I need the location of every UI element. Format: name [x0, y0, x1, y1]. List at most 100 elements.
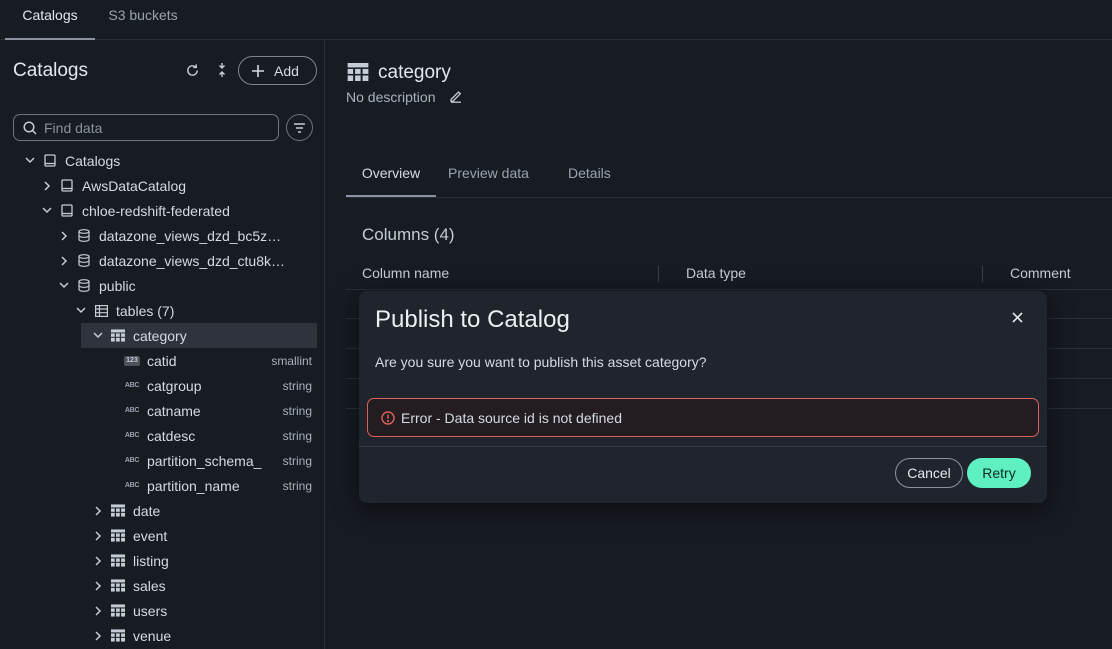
chevron-right-icon[interactable] [91, 579, 105, 593]
sidebar-title: Catalogs [13, 60, 88, 81]
tree-item-database[interactable]: datazone_views_dzd_ctu8k… [5, 248, 325, 273]
filter-button[interactable] [286, 114, 313, 141]
tree-item-label: event [133, 527, 168, 544]
book-icon [60, 179, 74, 193]
column-type: string [282, 378, 312, 393]
tab-overview[interactable]: Overview [346, 152, 436, 197]
tree-item-table-event[interactable]: event [5, 523, 325, 548]
filter-icon [294, 122, 305, 133]
tree-item-chloe-redshift-federated[interactable]: chloe-redshift-federated [5, 198, 325, 223]
column-name: catdesc [147, 427, 196, 444]
tree-item-column[interactable]: ABC partition_name string [5, 473, 325, 498]
retry-button[interactable]: Retry [967, 458, 1031, 488]
column-name: partition_name [147, 477, 240, 494]
tree-item-table-users[interactable]: users [5, 598, 325, 623]
chevron-right-icon[interactable] [40, 179, 54, 193]
sidebar: Catalogs Add Catalogs AwsDataCatalog [5, 40, 325, 649]
catalog-tree: Catalogs AwsDataCatalog chloe-redshift-f… [5, 148, 325, 648]
tree-item-label: tables (7) [116, 302, 175, 319]
chevron-right-icon[interactable] [57, 254, 71, 268]
search-input[interactable] [44, 119, 264, 136]
tree-item-category[interactable]: category [81, 323, 317, 348]
tree-item-column[interactable]: ABC catdesc string [5, 423, 325, 448]
tab-s3-buckets[interactable]: S3 buckets [95, 0, 191, 40]
collapse-all-icon[interactable] [212, 60, 232, 80]
string-type-icon: ABC [124, 382, 140, 389]
tab-preview-data[interactable]: Preview data [448, 152, 529, 197]
chevron-down-icon[interactable] [74, 304, 88, 318]
chevron-down-icon[interactable] [57, 279, 71, 293]
tree-item-label: Catalogs [65, 152, 121, 169]
chevron-right-icon[interactable] [57, 229, 71, 243]
cancel-button[interactable]: Cancel [895, 458, 963, 488]
column-divider [658, 266, 659, 282]
tree-item-table-sales[interactable]: sales [5, 573, 325, 598]
error-icon [381, 410, 395, 425]
top-tabs: Catalogs S3 buckets [0, 0, 1112, 40]
table-icon [111, 604, 125, 618]
table-divider [346, 289, 1112, 290]
column-type: string [282, 478, 312, 493]
table-icon [111, 554, 125, 568]
number-type-icon: 123 [124, 355, 140, 366]
close-icon[interactable] [1007, 307, 1027, 327]
tree-item-table-venue[interactable]: venue [5, 623, 325, 648]
column-type: string [282, 428, 312, 443]
column-header-type[interactable]: Data type [686, 265, 746, 281]
tree-item-label: chloe-redshift-federated [82, 202, 230, 219]
tree-item-column[interactable]: ABC partition_schema_ string [5, 448, 325, 473]
chevron-right-icon[interactable] [91, 604, 105, 618]
tree-item-label: public [99, 277, 136, 294]
column-header-comment[interactable]: Comment [1010, 265, 1071, 281]
tree-item-catalogs[interactable]: Catalogs [5, 148, 325, 173]
tree-item-column[interactable]: ABC catgroup string [5, 373, 325, 398]
tree-item-label: datazone_views_dzd_bc5z… [99, 227, 282, 244]
chevron-right-icon[interactable] [91, 529, 105, 543]
add-button[interactable]: Add [238, 56, 317, 85]
refresh-icon[interactable] [182, 60, 202, 80]
tree-item-public[interactable]: public [5, 273, 325, 298]
table-icon [111, 629, 125, 643]
tree-item-label: venue [133, 627, 172, 644]
string-type-icon: ABC [124, 407, 140, 414]
chevron-down-icon[interactable] [23, 154, 37, 168]
dialog-message: Are you sure you want to publish this as… [375, 354, 707, 370]
column-header-name[interactable]: Column name [362, 265, 449, 281]
tab-details[interactable]: Details [568, 152, 611, 197]
description-text: No description [346, 89, 436, 105]
tree-item-label: datazone_views_dzd_ctu8k… [99, 252, 286, 269]
page-title: category [378, 62, 451, 83]
tree-item-tables[interactable]: tables (7) [5, 298, 325, 323]
book-icon [43, 154, 57, 168]
column-type: smallint [271, 353, 312, 368]
tree-item-column[interactable]: 123 catid smallint [5, 348, 325, 373]
string-type-icon: ABC [124, 457, 140, 464]
string-type-icon: ABC [124, 482, 140, 489]
tree-item-table-listing[interactable]: listing [5, 548, 325, 573]
dialog-divider [359, 446, 1047, 447]
columns-heading: Columns (4) [362, 225, 455, 244]
tree-item-database[interactable]: datazone_views_dzd_bc5z… [5, 223, 325, 248]
tab-catalogs[interactable]: Catalogs [5, 0, 95, 40]
tree-item-table-date[interactable]: date [5, 498, 325, 523]
edit-pencil-icon[interactable] [449, 89, 463, 108]
database-icon [77, 229, 91, 243]
column-name: catname [147, 402, 201, 419]
chevron-right-icon[interactable] [91, 554, 105, 568]
column-name: catid [147, 352, 177, 369]
book-icon [60, 204, 74, 218]
grid-icon [94, 304, 108, 318]
add-button-label: Add [274, 62, 299, 79]
chevron-down-icon[interactable] [91, 329, 105, 343]
chevron-right-icon[interactable] [91, 504, 105, 518]
column-divider [982, 266, 983, 282]
column-name: partition_schema_ [147, 452, 262, 469]
tree-item-awsdatacatalog[interactable]: AwsDataCatalog [5, 173, 325, 198]
table-icon [111, 579, 125, 593]
chevron-right-icon[interactable] [91, 629, 105, 643]
tree-item-column[interactable]: ABC catname string [5, 398, 325, 423]
chevron-down-icon[interactable] [40, 204, 54, 218]
database-icon [77, 254, 91, 268]
tree-item-label: sales [133, 577, 166, 594]
tree-item-label: date [133, 502, 161, 519]
